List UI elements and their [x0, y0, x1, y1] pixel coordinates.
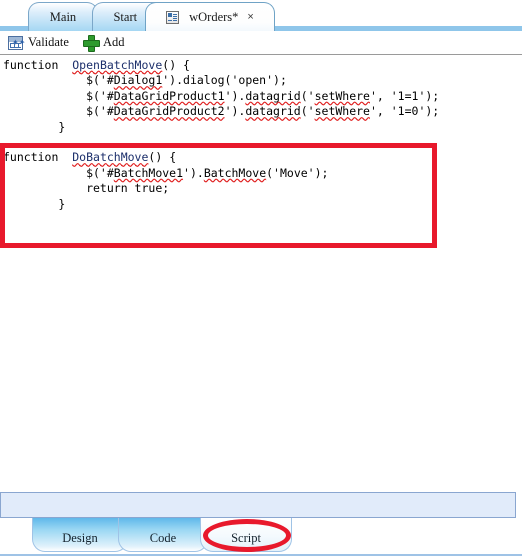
bottom-status-panel: [0, 492, 516, 518]
green-plus-icon: [82, 35, 100, 52]
code-line: function OpenBatchMove() {: [3, 58, 190, 72]
code-line: function DoBatchMove() {: [3, 150, 177, 165]
tab-worders-label: wOrders*: [189, 9, 239, 24]
script-code-editor[interactable]: function OpenBatchMove() { $('#Dialog1')…: [0, 54, 522, 484]
bottom-tab-script[interactable]: Script: [200, 518, 292, 552]
editor-toolbar: ✦✦ Validate Add: [0, 31, 522, 54]
code-line: $('#Dialog1').dialog('open');: [3, 73, 287, 88]
code-line: }: [3, 196, 66, 211]
bottom-tab-script-label: Script: [231, 531, 261, 545]
add-button-label: Add: [102, 35, 125, 49]
code-line: return true;: [3, 181, 170, 196]
bottom-tab-code-label: Code: [149, 531, 177, 545]
validate-button[interactable]: ✦✦ Validate: [8, 35, 69, 50]
validate-grid-icon: ✦✦: [8, 35, 25, 50]
top-tab-strip: Main Start × wOrders* ×: [0, 0, 522, 31]
tab-worders[interactable]: wOrders* ×: [145, 2, 275, 31]
tab-worders-close-icon[interactable]: ×: [247, 11, 253, 23]
tab-main[interactable]: Main: [28, 2, 98, 31]
tab-main-label: Main: [49, 9, 77, 24]
tab-start-label: Start: [113, 9, 138, 24]
code-line: $('#BatchMove1').BatchMove('Move');: [3, 165, 329, 180]
function-name-openbatchmove: OpenBatchMove: [72, 58, 163, 72]
code-line: $('#DataGridProduct2').datagrid('setWher…: [3, 104, 440, 119]
code-content[interactable]: function OpenBatchMove() { $('#Dialog1')…: [3, 58, 522, 212]
bottom-tab-design-label: Design: [62, 531, 98, 545]
function-name-dobatchmove: DoBatchMove: [72, 150, 149, 165]
view-mode-tab-bar: Design Code Script: [0, 518, 522, 556]
bottom-tab-design[interactable]: Design: [32, 518, 128, 552]
code-line: $('#DataGridProduct1').datagrid('setWher…: [3, 88, 440, 103]
code-line: }: [3, 119, 66, 134]
bottom-tab-code[interactable]: Code: [118, 518, 208, 552]
form-document-icon: [166, 10, 180, 24]
validate-button-label: Validate: [28, 35, 69, 49]
add-button[interactable]: Add: [82, 35, 125, 52]
